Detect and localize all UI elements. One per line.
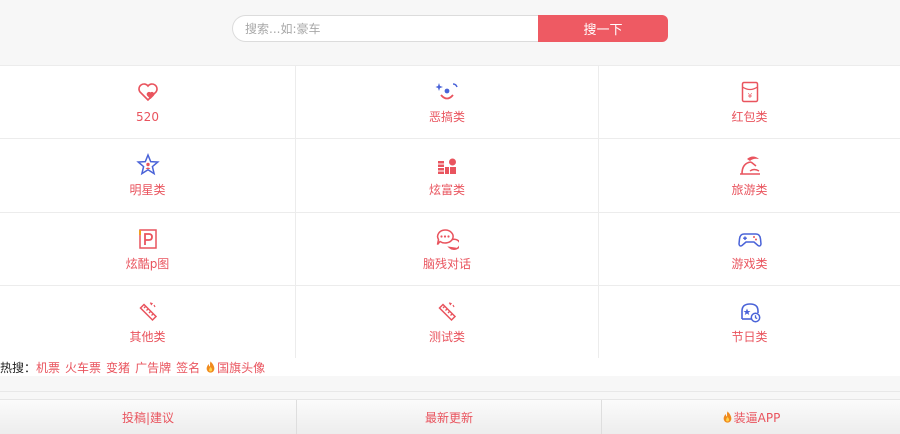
footer-divider	[0, 391, 900, 392]
footer-label: 装逼APP	[733, 410, 781, 425]
category-label: 520	[136, 110, 159, 125]
category-label: 恶搞类	[428, 110, 465, 125]
fire-icon	[205, 361, 216, 373]
category-prank[interactable]: 恶搞类	[296, 66, 599, 140]
category-celebrity[interactable]: 明星类	[0, 139, 296, 213]
category-520[interactable]: 520	[0, 66, 296, 140]
footer-app[interactable]: 装逼APP	[602, 400, 900, 434]
category-label: 红包类	[731, 110, 768, 125]
category-flaunt-wealth[interactable]: 炫富类	[296, 139, 599, 213]
photo-p-icon	[136, 227, 160, 251]
holiday-icon	[738, 300, 762, 324]
category-holiday[interactable]: 节日类	[599, 286, 900, 359]
footer-nav: 投稿|建议 最新更新 装逼APP	[0, 399, 900, 434]
category-label: 炫富类	[428, 183, 465, 198]
hot-link-flag-avatar[interactable]: 国旗头像	[217, 359, 265, 376]
category-test[interactable]: 测试类	[296, 285, 599, 359]
category-label: 测试类	[428, 329, 465, 344]
category-red-envelope[interactable]: ¥ 红包类	[599, 66, 900, 140]
search-bar: 搜一下	[232, 15, 668, 42]
category-silly-chat[interactable]: 脑残对话	[296, 212, 599, 286]
footer-label: 最新更新	[424, 410, 473, 425]
coins-icon	[435, 153, 459, 177]
category-games[interactable]: 游戏类	[599, 213, 900, 286]
hot-link-billboard[interactable]: 广告牌	[135, 359, 171, 376]
hot-link-signature[interactable]: 签名	[176, 359, 200, 376]
hot-link-train[interactable]: 火车票	[65, 359, 101, 376]
hot-search-bar: 热搜： 机票 火车票 变猪 广告牌 签名 国旗头像	[0, 358, 900, 376]
category-label: 明星类	[129, 183, 166, 198]
footer-latest-updates[interactable]: 最新更新	[297, 400, 602, 434]
category-cool-photo[interactable]: 炫酷p图	[0, 212, 296, 286]
category-grid: 520 恶搞类 ¥ 红包类 明星类 炫富类 旅游类 炫酷p图 脑残对话 游戏类 …	[0, 65, 900, 359]
category-label: 炫酷p图	[125, 256, 170, 271]
category-label: 脑残对话	[422, 256, 471, 271]
svg-text:¥: ¥	[747, 92, 752, 100]
clown-face-icon	[435, 80, 459, 104]
category-label: 其他类	[129, 329, 166, 344]
hot-link-flight[interactable]: 机票	[36, 359, 60, 376]
category-label: 旅游类	[731, 183, 768, 198]
hot-search-label: 热搜：	[0, 360, 37, 375]
search-input[interactable]	[232, 15, 538, 42]
category-label: 游戏类	[731, 256, 768, 271]
footer-submit-feedback[interactable]: 投稿|建议	[0, 400, 297, 434]
star-icon	[135, 153, 160, 177]
hot-link-pig[interactable]: 变猪	[106, 359, 130, 376]
ruler-icon	[435, 300, 459, 324]
heart-icon	[136, 80, 160, 104]
category-other[interactable]: 其他类	[0, 285, 296, 359]
fire-icon	[722, 411, 733, 423]
red-envelope-icon: ¥	[738, 80, 762, 104]
gamepad-icon	[737, 227, 762, 251]
category-travel[interactable]: 旅游类	[599, 139, 900, 213]
beach-icon	[738, 153, 762, 177]
footer-label: 投稿|建议	[121, 410, 175, 425]
search-button[interactable]: 搜一下	[538, 15, 668, 42]
category-label: 节日类	[731, 329, 768, 344]
ruler-icon	[136, 300, 160, 324]
chat-bubbles-icon	[435, 227, 459, 251]
